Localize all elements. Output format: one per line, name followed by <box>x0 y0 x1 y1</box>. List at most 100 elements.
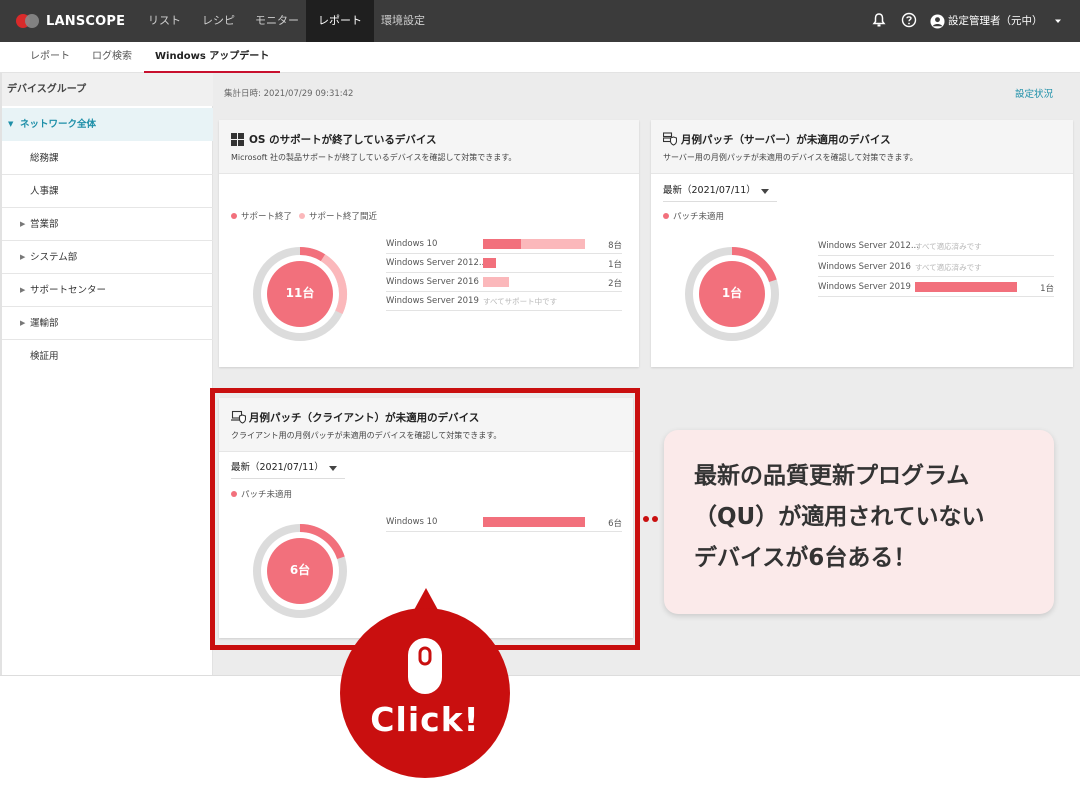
page-footer-area <box>0 675 1080 802</box>
topnav-item-report[interactable]: レポート <box>306 0 374 42</box>
row-bar-ended <box>483 239 521 249</box>
legend-label: サポート終了間近 <box>309 212 378 222</box>
card-title: OS のサポートが終了しているデバイス <box>249 134 437 146</box>
donut-center-label: 11台 <box>285 286 315 300</box>
windows-icon <box>231 133 244 146</box>
legend-label: パッチ未適用 <box>673 212 725 222</box>
row-bar-ended <box>483 258 496 268</box>
row-name: Windows Server 2012... <box>386 258 487 268</box>
chart-legend: パッチ未適用 <box>663 210 724 222</box>
topnav-item-monitor[interactable]: モニター <box>243 0 311 42</box>
topnav-item-recipe[interactable]: レシピ <box>190 0 247 42</box>
row-name: Windows Server 2019 <box>386 296 479 306</box>
callout-box: 最新の品質更新プログラム （QU）が適用されていない デバイスが6台ある！ <box>664 430 1054 614</box>
chevron-down-icon <box>1054 19 1061 23</box>
mouse-icon <box>408 638 442 694</box>
caret-right-icon: ▶ <box>20 220 26 228</box>
row-name: Windows 10 <box>386 239 438 249</box>
click-badge-pointer <box>414 588 438 610</box>
sidebar-item-support-center[interactable]: ▶ サポートセンター <box>2 274 213 307</box>
connector-dot <box>652 516 658 522</box>
tab-windows-update[interactable]: Windows アップデート <box>144 42 281 73</box>
row-count: 1台 <box>1040 284 1054 294</box>
user-name: 設定管理者（元中） <box>948 15 1043 27</box>
sidebar-item-label: 営業部 <box>30 219 59 230</box>
legend-swatch <box>299 213 306 219</box>
table-row[interactable]: Windows Server 2012... 1台 <box>386 254 622 273</box>
callout-text: 最新の品質更新プログラム （QU）が適用されていない デバイスが6台ある！ <box>694 463 985 571</box>
user-menu[interactable]: 設定管理者（元中） <box>930 0 1063 42</box>
sidebar-item-label: 人事課 <box>30 186 59 197</box>
sidebar-item-label: ネットワーク全体 <box>20 119 97 130</box>
top-navigation-bar: LANSCOPE リスト レシピ モニター レポート 環境設定 設定管理者（元中… <box>0 0 1080 42</box>
row-name: Windows Server 2019 <box>818 282 911 292</box>
caret-right-icon: ▶ <box>20 253 26 261</box>
sub-tabs: レポート ログ検索 Windows アップデート <box>0 42 1080 73</box>
row-name: Windows Server 2016 <box>818 262 911 272</box>
caret-right-icon: ▶ <box>20 319 26 327</box>
sidebar-item-network-all[interactable]: ▼ ネットワーク全体 <box>2 108 213 141</box>
row-bar-unpatched <box>915 282 1017 292</box>
row-note: すべて適応済みです <box>915 242 982 251</box>
sidebar-item-system[interactable]: ▶ システム部 <box>2 241 213 274</box>
chevron-down-icon <box>761 189 769 194</box>
sidebar-item-label: サポートセンター <box>30 285 107 296</box>
click-label: Click! <box>370 700 480 739</box>
bell-icon[interactable] <box>871 12 887 28</box>
legend-swatch <box>231 213 237 219</box>
dropdown-value: 最新（2021/07/11） <box>663 185 756 196</box>
donut-center-label: 1台 <box>721 286 743 300</box>
lanscope-logo[interactable]: LANSCOPE <box>16 12 125 30</box>
date-select-dropdown[interactable]: 最新（2021/07/11） <box>663 180 777 202</box>
row-count: 8台 <box>608 241 622 251</box>
settings-status-link[interactable]: 設定状況 <box>1015 86 1053 100</box>
table-row[interactable]: Windows Server 2019 1台 <box>818 278 1054 297</box>
topnav-item-list[interactable]: リスト <box>136 0 193 42</box>
table-row[interactable]: Windows Server 2012... すべて適応済みです <box>818 237 1054 256</box>
table-row[interactable]: Windows 10 8台 <box>386 235 622 254</box>
sidebar-item-label: 検証用 <box>30 351 59 362</box>
card-subtitle: サーバー用の月例パッチが未適用のデバイスを確認して対策できます。 <box>663 153 918 162</box>
click-badge[interactable]: Click! <box>340 608 510 778</box>
sidebar-item-label: 運輸部 <box>30 318 59 329</box>
donut-segment-ended <box>299 247 326 262</box>
legend-label: サポート終了 <box>241 212 293 222</box>
topnav-item-settings[interactable]: 環境設定 <box>369 0 437 42</box>
row-note: すべて適応済みです <box>915 263 982 272</box>
card-header: OS のサポートが終了しているデバイス Microsoft 社の製品サポートが終… <box>219 120 639 174</box>
caret-down-icon: ▼ <box>8 120 14 128</box>
device-group-sidebar: デバイスグループ ▼ ネットワーク全体 総務課 人事課 ▶ 営業部 ▶ システム… <box>0 73 213 675</box>
aggregated-timestamp: 集計日時: 2021/07/29 09:31:42 <box>224 89 354 99</box>
connector-dot <box>643 516 649 522</box>
logo-mark-icon <box>16 14 42 28</box>
tab-report[interactable]: レポート <box>30 42 70 73</box>
chart-legend: サポート終了 サポート終了間近 <box>231 210 377 222</box>
sidebar-heading: デバイスグループ <box>2 73 213 106</box>
row-bar-nearly <box>521 239 585 249</box>
table-row[interactable]: Windows Server 2016 すべて適応済みです <box>818 258 1054 277</box>
help-icon[interactable] <box>901 12 917 28</box>
row-count: 2台 <box>608 279 622 289</box>
sidebar-item-transport[interactable]: ▶ 運輸部 <box>2 307 213 340</box>
sidebar-item-label: システム部 <box>30 252 78 263</box>
server-patch-card[interactable]: 月例パッチ（サーバー）が未適用のデバイス サーバー用の月例パッチが未適用のデバイ… <box>651 120 1073 367</box>
row-name: Windows Server 2012... <box>818 241 919 251</box>
sidebar-item-general-affairs[interactable]: 総務課 <box>2 142 213 175</box>
sidebar-item-verification[interactable]: 検証用 <box>2 340 213 373</box>
sidebar-item-sales[interactable]: ▶ 営業部 <box>2 208 213 241</box>
os-support-card[interactable]: OS のサポートが終了しているデバイス Microsoft 社の製品サポートが終… <box>219 120 639 367</box>
table-row[interactable]: Windows Server 2019 すべてサポート中です <box>386 292 622 311</box>
row-count: 1台 <box>608 260 622 270</box>
row-name: Windows Server 2016 <box>386 277 479 287</box>
card-subtitle: Microsoft 社の製品サポートが終了しているデバイスを確認して対策できます… <box>231 153 517 162</box>
legend-swatch <box>663 213 669 219</box>
user-avatar-icon <box>930 13 945 29</box>
table-row[interactable]: Windows Server 2016 2台 <box>386 273 622 292</box>
server-shield-icon <box>663 132 677 146</box>
row-bar-nearly <box>483 277 509 287</box>
sidebar-item-label: 総務課 <box>30 153 59 164</box>
caret-right-icon: ▶ <box>20 286 26 294</box>
tab-log-search[interactable]: ログ検索 <box>92 42 132 73</box>
sidebar-item-hr[interactable]: 人事課 <box>2 175 213 208</box>
logo-text: LANSCOPE <box>46 13 126 29</box>
